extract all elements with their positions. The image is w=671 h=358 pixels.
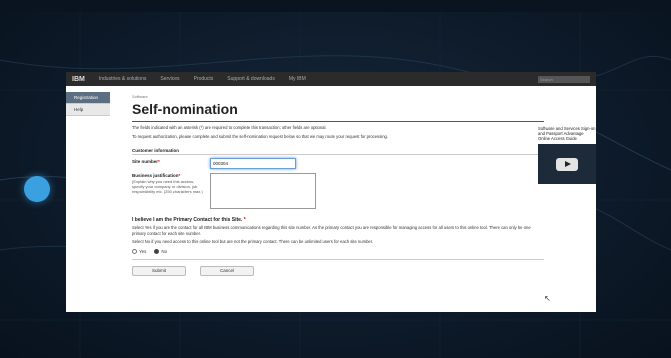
mouse-cursor-icon: ↖ xyxy=(544,294,551,303)
sidebar-promo: Software and Services Sign-on and Passpo… xyxy=(538,126,596,184)
site-number-label: Site number* xyxy=(132,159,160,164)
embedded-browser-screenshot: IBM Industries & solutions Services Prod… xyxy=(66,72,596,312)
nav-item-products[interactable]: Products xyxy=(194,76,214,82)
radio-yes-circle[interactable] xyxy=(132,249,137,254)
form-buttons: Submit Cancel xyxy=(132,266,544,276)
brand-logo[interactable]: IBM xyxy=(72,76,85,83)
primary-contact-help-no: Select No if you need access to this onl… xyxy=(132,239,374,244)
business-justification-hint: (Explain why you need this access, speci… xyxy=(132,179,203,194)
nav-item-industries[interactable]: Industries & solutions xyxy=(99,76,147,82)
business-justification-textarea[interactable] xyxy=(210,173,316,209)
form-divider xyxy=(132,259,544,260)
nav-item-my-ibm[interactable]: My IBM xyxy=(289,76,306,82)
primary-contact-help-yes: Select Yes if you are the contact for al… xyxy=(132,225,531,236)
play-icon[interactable] xyxy=(556,158,578,171)
search-input[interactable]: Search xyxy=(538,75,590,83)
radio-no-label: No xyxy=(161,249,168,254)
site-number-input[interactable]: 000304 xyxy=(210,158,296,169)
leftnav-item-registration[interactable]: Registration xyxy=(66,92,110,104)
timeline-node xyxy=(24,176,50,202)
business-justification-row: Business justification* (Explain why you… xyxy=(132,173,544,211)
primary-contact-radios: Yes No xyxy=(132,249,544,254)
leftnav-item-help[interactable]: Help xyxy=(66,104,110,116)
radio-no-circle[interactable] xyxy=(154,249,160,254)
access-guide-link[interactable]: Software and Services Sign-on and Passpo… xyxy=(538,126,596,141)
left-navigation: Registration Help xyxy=(66,92,110,116)
top-strip xyxy=(0,0,671,12)
page-title: Self-nomination xyxy=(132,101,238,117)
primary-contact-question: I believe I am the Primary Contact for t… xyxy=(132,217,246,223)
section-title: Customer information xyxy=(132,148,180,153)
business-justification-label: Business justification* xyxy=(132,173,181,178)
radio-yes-label: Yes xyxy=(139,249,147,254)
request-note: To request authorization, please complet… xyxy=(132,134,389,139)
required-note: The fields indicated with an asterisk (*… xyxy=(132,125,327,130)
title-divider xyxy=(132,121,544,122)
section-divider xyxy=(132,154,544,155)
nav-item-services[interactable]: Services xyxy=(160,76,179,82)
submit-button[interactable]: Submit xyxy=(132,266,186,276)
main-content: Software Self-nomination The fields indi… xyxy=(132,94,544,276)
top-navigation: IBM Industries & solutions Services Prod… xyxy=(66,72,596,86)
cancel-button[interactable]: Cancel xyxy=(200,266,254,276)
nav-item-support[interactable]: Support & downloads xyxy=(227,76,275,82)
breadcrumb[interactable]: Software xyxy=(132,94,544,99)
radio-yes[interactable]: Yes xyxy=(132,249,146,254)
radio-no[interactable]: No xyxy=(154,249,167,254)
video-thumbnail[interactable] xyxy=(538,144,596,184)
